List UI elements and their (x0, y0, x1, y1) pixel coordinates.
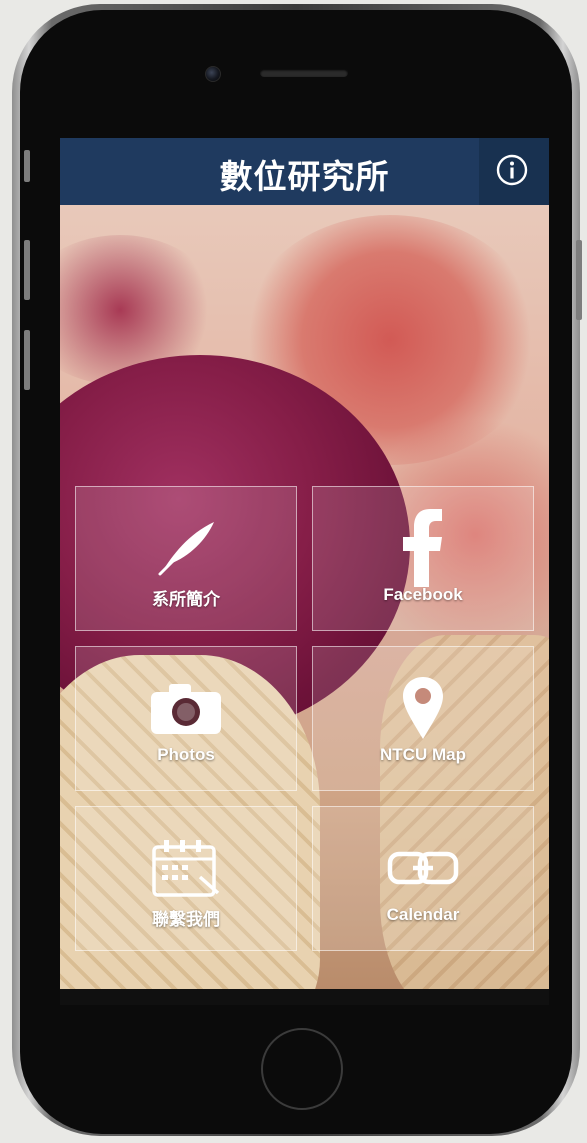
tile-label: 聯繫我們 (152, 910, 220, 929)
mute-switch (24, 150, 30, 182)
phone-screen: 數位研究所 系所簡介 Facebook Photos NTCU Map 聯繫我們… (60, 138, 549, 1005)
info-circle-icon (496, 154, 528, 186)
tile-calendar[interactable]: Calendar (312, 806, 534, 951)
tile-label: Facebook (383, 585, 463, 604)
tile-label: Calendar (386, 905, 460, 924)
tile-ntcu-map[interactable]: NTCU Map (312, 646, 534, 791)
tile-label: Photos (157, 745, 215, 764)
earpiece-speaker (260, 69, 348, 77)
feather-icon (158, 522, 214, 576)
camera-icon (151, 684, 221, 734)
app-header: 數位研究所 (60, 138, 549, 205)
power-button (576, 240, 582, 320)
volume-up-button (24, 240, 30, 300)
front-camera (205, 66, 221, 82)
tile-department-intro[interactable]: 系所簡介 (75, 486, 297, 631)
map-pin-icon (403, 677, 443, 739)
app-title: 數位研究所 (219, 157, 390, 196)
tile-photos[interactable]: Photos (75, 646, 297, 791)
home-button[interactable] (261, 1028, 343, 1110)
tile-contact-us[interactable]: 聯繫我們 (75, 806, 297, 951)
tile-label: 系所簡介 (152, 590, 220, 609)
volume-down-button (24, 330, 30, 390)
calendar-icon (152, 840, 220, 897)
info-button[interactable] (479, 138, 549, 205)
tile-facebook[interactable]: Facebook (312, 486, 534, 631)
facebook-icon (403, 509, 442, 587)
link-icon (387, 851, 459, 885)
tile-label: NTCU Map (380, 745, 466, 764)
